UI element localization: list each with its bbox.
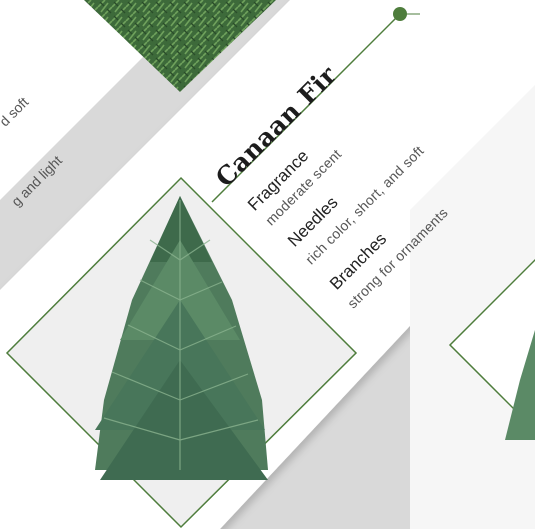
- accent-dot-icon: [393, 7, 407, 21]
- tree-showcase: Canaan Fir Fragrance moderate scent Need…: [0, 0, 535, 529]
- background-shapes: [0, 0, 535, 529]
